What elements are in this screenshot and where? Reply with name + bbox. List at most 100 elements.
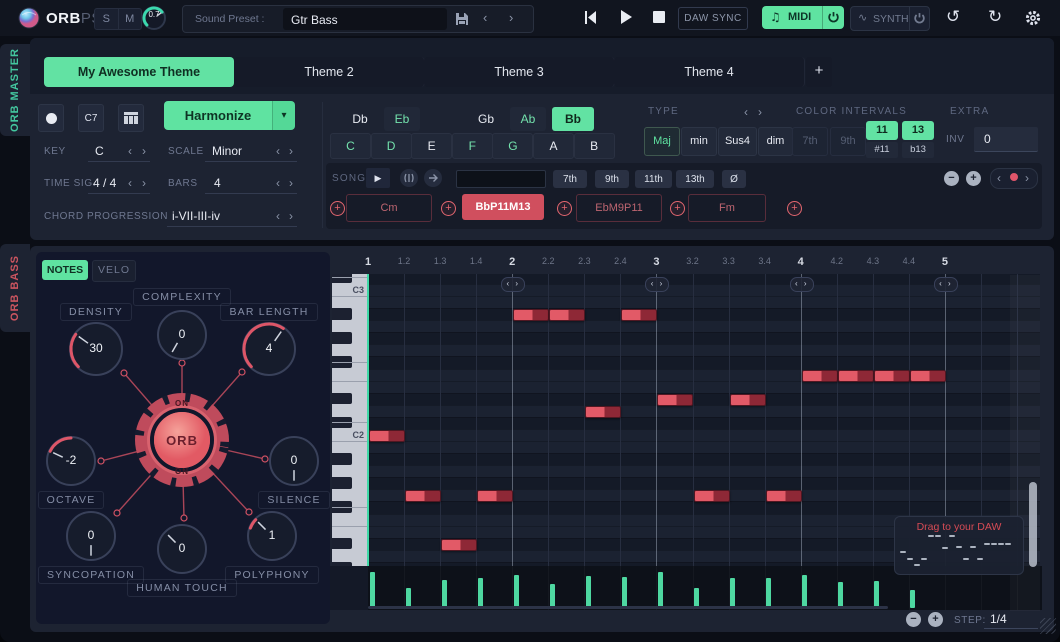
piano-note-F2[interactable] (910, 370, 946, 382)
undo-button[interactable]: ↺ (946, 7, 960, 27)
piano-note-Eb2[interactable] (730, 394, 766, 406)
black-key[interactable] (332, 308, 352, 320)
listen-icon-button[interactable] (400, 169, 418, 187)
bar-handle[interactable]: ‹ › (645, 277, 669, 292)
theme-tab-1[interactable]: My Awesome Theme (44, 57, 234, 87)
add-chord-button-1[interactable]: + (330, 201, 345, 216)
redo-button[interactable]: ↻ (988, 7, 1002, 27)
black-key[interactable] (332, 477, 352, 489)
type-next-button[interactable]: › (758, 107, 762, 117)
note-button-A[interactable]: A (533, 133, 574, 159)
time-sig-prev-button[interactable]: ‹ (128, 178, 132, 188)
piano-note-Bb2[interactable] (549, 309, 585, 321)
note-button-C[interactable]: C (330, 133, 371, 159)
solo-button[interactable]: S (95, 9, 118, 29)
black-key[interactable] (332, 538, 352, 550)
note-button-F[interactable]: F (452, 133, 493, 159)
velocity-bar[interactable] (550, 584, 555, 608)
piano-note-Eb1[interactable] (441, 539, 477, 551)
preset-prev-button[interactable]: ‹ (483, 13, 487, 23)
chord-slot-Cm[interactable]: Cm (346, 194, 432, 222)
song-name-input[interactable] (456, 170, 546, 188)
bar-handle[interactable]: ‹ › (501, 277, 525, 292)
piano-note-D2[interactable] (585, 406, 621, 418)
step-increase-button[interactable]: + (928, 612, 943, 627)
bar-handle[interactable]: ‹ › (934, 277, 958, 292)
velocity-bar[interactable] (766, 578, 771, 608)
time-sig-next-button[interactable]: › (142, 178, 146, 188)
piano-note-Eb2[interactable] (657, 394, 693, 406)
piano-note-G1[interactable] (405, 490, 441, 502)
add-chord-button-5[interactable]: + (787, 201, 802, 216)
time-sig-value[interactable]: 4 / 4 (93, 176, 116, 190)
type-prev-button[interactable]: ‹ (744, 107, 748, 117)
note-button-Ab[interactable]: Ab (510, 107, 546, 131)
interval-button-b13[interactable]: b13 (902, 142, 934, 158)
bars-value[interactable]: 4 (214, 176, 221, 190)
piano-note-F2[interactable] (838, 370, 874, 382)
song-extension-9th[interactable]: 9th (595, 170, 629, 188)
type-option-dim[interactable]: dim (758, 127, 793, 156)
interval-button-#11[interactable]: #11 (866, 142, 898, 158)
type-option-Maj[interactable]: Maj (644, 127, 680, 156)
chord-symbol-button[interactable]: C7 (78, 104, 104, 132)
piano-note-Bb2[interactable] (621, 309, 657, 321)
settings-gear-icon[interactable] (1024, 9, 1042, 27)
note-button-Gb[interactable]: Gb (468, 107, 504, 131)
piano-note-F2[interactable] (802, 370, 838, 382)
add-chord-button-2[interactable]: + (441, 201, 456, 216)
interval-button-11[interactable]: 11 (866, 121, 898, 140)
daw-sync-button[interactable]: DAW SYNC (678, 7, 748, 30)
piano-roll-view-button[interactable] (118, 104, 144, 132)
bars-next-button[interactable]: › (289, 178, 293, 188)
piano-note-G1[interactable] (694, 490, 730, 502)
velocity-bar[interactable] (406, 588, 411, 608)
song-extension-7th[interactable]: 7th (553, 170, 587, 188)
song-extension-11th[interactable]: 11th (635, 170, 672, 188)
type-option-min[interactable]: min (681, 127, 717, 156)
song-remove-button[interactable]: − (944, 171, 959, 186)
piano-note-G1[interactable] (766, 490, 802, 502)
play-button[interactable] (618, 9, 634, 25)
velocity-bar[interactable] (442, 580, 447, 608)
orb-bass-tab[interactable]: ORB BASS (0, 244, 30, 332)
velocity-bar[interactable] (694, 588, 699, 608)
interval-button-13[interactable]: 13 (902, 121, 934, 140)
song-add-button[interactable]: + (966, 171, 981, 186)
step-decrease-button[interactable]: − (906, 612, 921, 627)
key-next-button[interactable]: › (142, 146, 146, 156)
midi-power-icon[interactable] (827, 11, 840, 24)
note-button-Bb[interactable]: Bb (552, 107, 594, 131)
piano-note-Bb2[interactable] (513, 309, 549, 321)
scale-prev-button[interactable]: ‹ (276, 146, 280, 156)
piano-note-F2[interactable] (874, 370, 910, 382)
black-key[interactable] (332, 453, 352, 465)
arrow-circle-button[interactable] (424, 169, 442, 187)
velocity-bar[interactable] (910, 590, 915, 608)
step-value[interactable]: 1/4 (990, 612, 1007, 626)
theme-tab-4[interactable]: Theme 4 (614, 57, 805, 87)
synth-power-icon[interactable] (913, 12, 926, 25)
song-extension-Ø[interactable]: Ø (722, 170, 746, 188)
bars-prev-button[interactable]: ‹ (276, 178, 280, 188)
velocity-bar[interactable] (874, 581, 879, 608)
velocity-bar[interactable] (622, 577, 627, 608)
note-button-G[interactable]: G (492, 133, 533, 159)
key-prev-button[interactable]: ‹ (128, 146, 132, 156)
key-value[interactable]: C (95, 144, 104, 158)
record-mode-button[interactable] (38, 104, 64, 132)
note-button-E[interactable]: E (411, 133, 452, 159)
progression-prev-button[interactable]: ‹ (276, 211, 280, 221)
drag-to-daw-panel[interactable]: Drag to your DAW (894, 516, 1024, 575)
note-button-B[interactable]: B (574, 133, 615, 159)
velocity-bar[interactable] (730, 578, 735, 608)
harmonize-button[interactable]: Harmonize (164, 101, 272, 130)
v-scrollbar[interactable] (1029, 482, 1037, 567)
interval-button-9th[interactable]: 9th (830, 127, 866, 156)
h-scrollbar[interactable] (368, 606, 888, 609)
add-theme-button[interactable]: + (806, 57, 832, 87)
velocity-bar[interactable] (370, 572, 375, 608)
black-key[interactable] (332, 274, 352, 283)
midi-toggle[interactable]: ♫ MIDI (762, 6, 844, 29)
velocity-bar[interactable] (514, 575, 519, 608)
